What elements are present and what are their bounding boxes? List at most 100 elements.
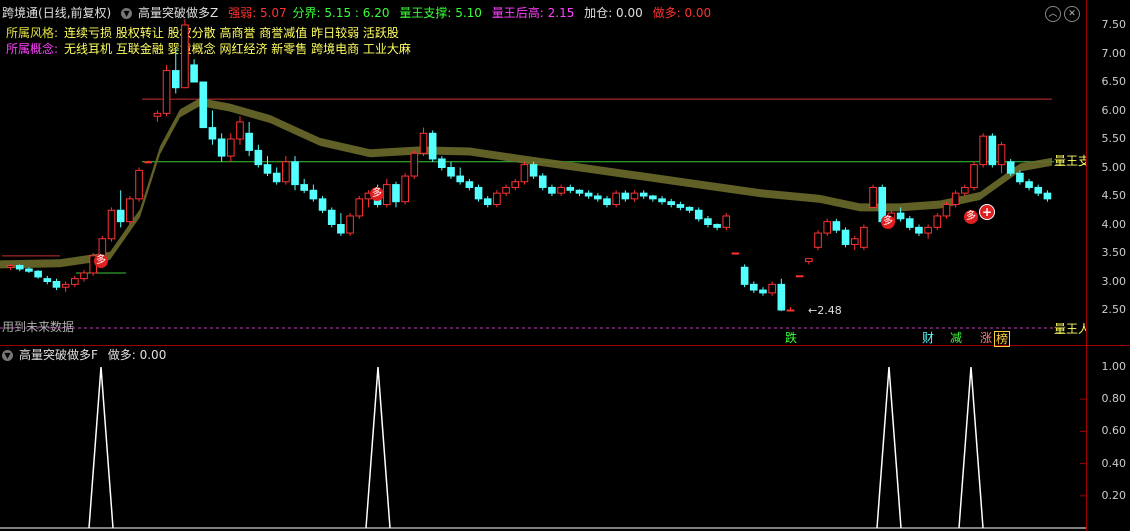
candle-body [850, 238, 859, 245]
candle-body [538, 175, 547, 188]
candle-body [15, 265, 24, 270]
candle-body [447, 167, 455, 177]
signal-tick-label: 0.60 [1101, 424, 1127, 438]
price-axis: 7.50 7.00 6.50 6.00 5.50 5.00 4.50 4.00 3.50 3.00… [1086, 0, 1130, 345]
candle-body [621, 192, 630, 200]
candle-body [171, 70, 180, 89]
candle-body [685, 206, 694, 211]
candle-body [915, 226, 923, 234]
candle-body [869, 186, 877, 208]
candle-body [419, 132, 428, 154]
candle-body [190, 64, 198, 83]
candle-body [428, 132, 437, 160]
candle-body [740, 266, 749, 285]
signal-peak [88, 366, 114, 529]
candle-body [1016, 172, 1024, 183]
price-tick-label: 4.00 [1101, 217, 1127, 231]
candle-body [997, 144, 1006, 166]
candle-body [795, 275, 804, 278]
tag-die[interactable]: 跌 [784, 331, 798, 345]
candle-body [116, 209, 125, 223]
candle-body [1025, 181, 1033, 188]
tag-jian[interactable]: 减 [949, 331, 963, 345]
candle-body [80, 272, 88, 280]
candle-body [208, 127, 217, 140]
low-price-label: ←2.48 [808, 304, 842, 317]
candle-body [520, 164, 529, 183]
candle-body [43, 278, 52, 282]
candle-body [272, 172, 281, 183]
signal-tick-label: 0.40 [1101, 456, 1127, 470]
price-tick-label: 3.50 [1101, 246, 1127, 259]
candle-body [786, 309, 795, 312]
pane-divider[interactable] [0, 345, 1130, 346]
price-tick-label: 4.50 [1101, 189, 1127, 202]
candle-body [346, 215, 354, 234]
candle-body [777, 283, 786, 311]
candle-body [979, 135, 987, 166]
candle-body [25, 268, 33, 272]
candle-body [575, 189, 584, 194]
candle-body [181, 24, 189, 89]
candle-body [988, 135, 997, 166]
candle-body [970, 164, 978, 188]
long-marker: 多 [964, 210, 978, 224]
price-tick-label: 3.00 [1101, 274, 1127, 288]
price-tick-label: 6.00 [1101, 103, 1127, 117]
candle-body [924, 226, 932, 234]
moving-average-band [0, 97, 1052, 269]
signal-axis: 1.00 0.80 0.60 0.40 0.20 [1086, 346, 1130, 531]
candle-body [153, 112, 162, 117]
tag-cai[interactable]: 财 [921, 331, 935, 345]
candle-body [667, 201, 676, 206]
candle-body [961, 186, 969, 194]
signal-chart[interactable] [0, 350, 1087, 530]
candle-body [309, 189, 318, 200]
candle-body [896, 212, 905, 220]
candle-body [1006, 161, 1015, 174]
price-tick-label: 7.00 [1101, 46, 1127, 60]
tag-bang[interactable]: 榜 [994, 331, 1011, 347]
candle-body [713, 224, 721, 228]
candle-body [162, 70, 171, 114]
price-tick-label: 6.50 [1101, 75, 1127, 88]
candle-body [768, 283, 776, 294]
candle-body [61, 283, 70, 288]
candle-body [933, 215, 942, 228]
candle-body [392, 184, 400, 203]
candle-body [483, 198, 492, 206]
candle-body [282, 161, 290, 183]
signal-tick-label: 0.20 [1101, 488, 1127, 502]
candle-body [704, 218, 712, 226]
candle-body [382, 184, 391, 206]
candle-body [245, 132, 253, 151]
signal-indicator-name[interactable]: 高量突破做多F [19, 348, 98, 362]
candle-body [511, 181, 520, 188]
signal-long-label: 做多 [107, 348, 132, 362]
long-marker: 多 [881, 215, 895, 229]
candle-body [236, 121, 244, 140]
candle-body [300, 184, 309, 191]
candle-body [502, 186, 510, 194]
candle-body [291, 161, 299, 186]
signal-long-value: 0.00 [139, 348, 167, 362]
candle-body [6, 265, 15, 268]
price-tick-label: 5.50 [1101, 132, 1127, 145]
candle-body [584, 192, 593, 197]
candle-body [860, 226, 868, 248]
dropdown-icon[interactable]: ▼ [2, 350, 13, 361]
candle-body [254, 149, 263, 166]
tag-zhang[interactable]: 涨 [979, 331, 993, 345]
candle-body [905, 218, 914, 228]
price-chart[interactable] [0, 0, 1087, 340]
candle-body [107, 209, 116, 240]
candle-body [823, 221, 832, 234]
candle-body [731, 252, 740, 255]
candle-body [456, 175, 464, 183]
candle-body [1043, 192, 1052, 200]
candle-body [951, 192, 960, 206]
candle-body [263, 164, 272, 174]
candle-body [603, 198, 611, 206]
price-tick-label: 7.50 [1101, 18, 1127, 31]
candle-body [814, 232, 822, 248]
